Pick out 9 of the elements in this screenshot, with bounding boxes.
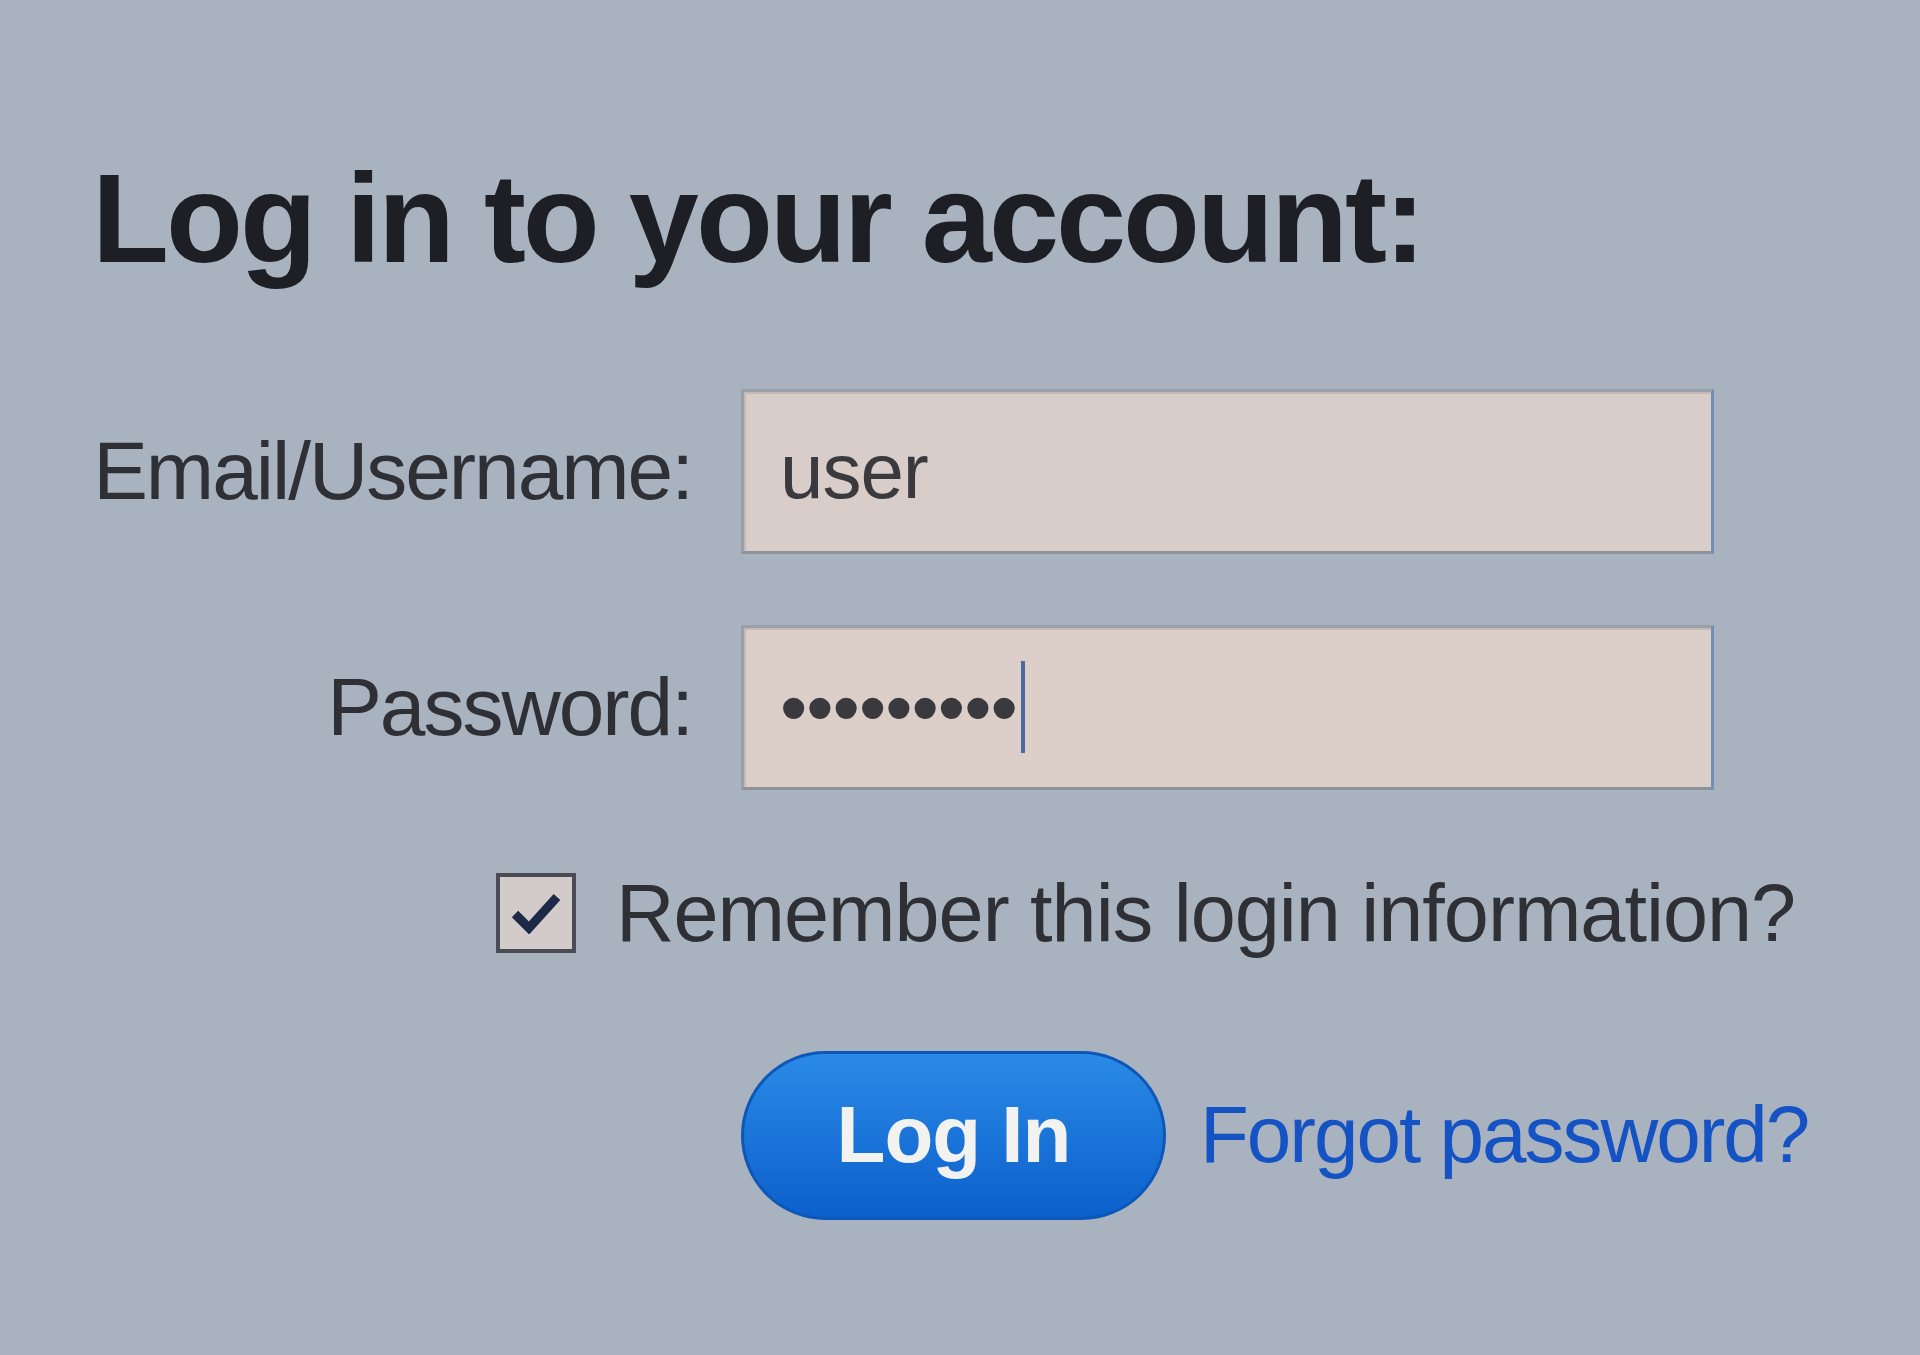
remember-checkbox[interactable] (496, 873, 576, 954)
input-field[interactable]: user (741, 388, 1714, 554)
field-label: Password: (327, 660, 692, 755)
input-field[interactable]: ••••••••• (741, 624, 1714, 790)
page-heading: Log in to your account: (92, 150, 1423, 289)
remember-label: Remember this login information? (616, 866, 1796, 960)
login-button[interactable]: Log In (741, 1050, 1166, 1220)
checkmark-icon (511, 892, 561, 935)
field-label: Email/Username: (93, 424, 692, 519)
